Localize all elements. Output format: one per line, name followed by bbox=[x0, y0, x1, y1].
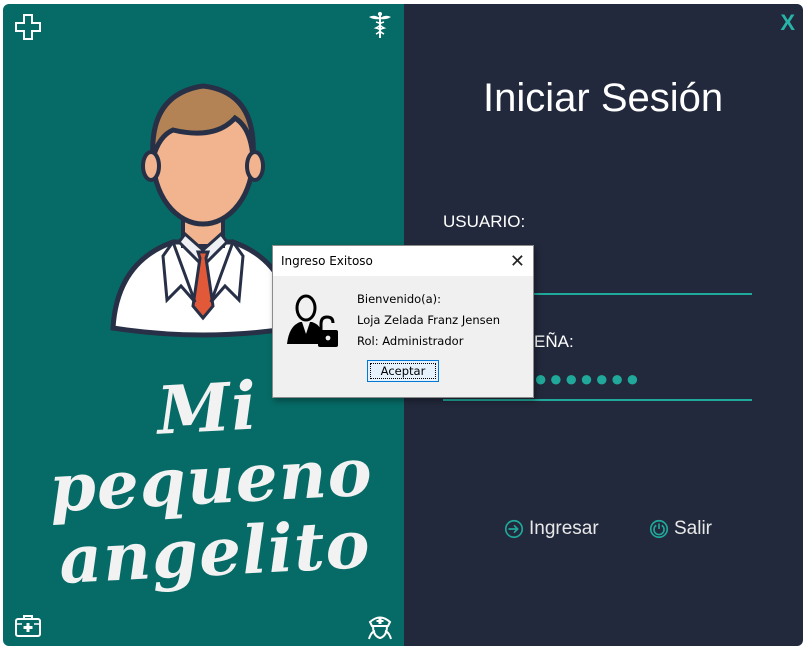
password-label: EÑA: bbox=[534, 332, 574, 351]
close-window-button[interactable]: X bbox=[780, 10, 795, 36]
nurse-icon bbox=[365, 610, 395, 640]
password-input[interactable]: ●●●●●●● bbox=[534, 366, 641, 392]
accept-button[interactable]: Aceptar bbox=[367, 360, 439, 382]
user-unlocked-icon bbox=[287, 294, 338, 347]
login-button[interactable]: Ingresar bbox=[503, 518, 599, 540]
dialog-close-button[interactable]: ✕ bbox=[510, 252, 525, 270]
brand-title-line2: angelito bbox=[57, 504, 373, 600]
caduceus-icon bbox=[365, 10, 395, 40]
first-aid-kit-icon bbox=[13, 610, 43, 640]
login-title: Iniciar Sesión bbox=[483, 76, 724, 120]
dialog-role: Rol: Administrador bbox=[357, 334, 464, 348]
dialog-welcome: Bienvenido(a): bbox=[357, 292, 442, 306]
dialog-user-name: Loja Zelada Franz Jensen bbox=[357, 313, 500, 327]
dialog-body: Bienvenido(a): Loja Zelada Franz Jensen … bbox=[273, 276, 533, 397]
user-label: USUARIO: bbox=[443, 212, 526, 231]
exit-button-label: Salir bbox=[674, 518, 713, 539]
exit-button[interactable]: Salir bbox=[648, 518, 712, 540]
dialog-titlebar: Ingreso Exitoso ✕ bbox=[273, 246, 533, 276]
login-button-label: Ingresar bbox=[529, 518, 599, 539]
enter-icon bbox=[504, 519, 524, 539]
success-dialog: Ingreso Exitoso ✕ Bienvenido(a): Loja Ze… bbox=[272, 245, 534, 398]
medical-cross-icon bbox=[13, 12, 43, 42]
password-underline bbox=[443, 399, 752, 401]
dialog-title: Ingreso Exitoso bbox=[281, 254, 373, 268]
power-icon bbox=[649, 519, 669, 539]
